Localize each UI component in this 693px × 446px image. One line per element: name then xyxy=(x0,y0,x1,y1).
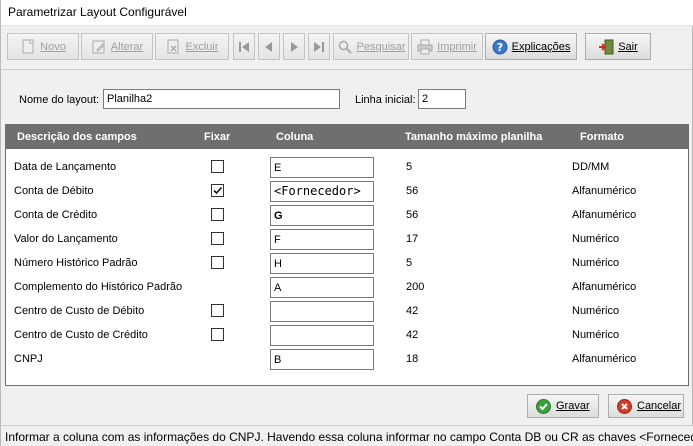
toolbar: Novo Alterar Excluir Pesquisar Imprimir … xyxy=(5,33,689,61)
max-size-value: 5 xyxy=(406,257,413,269)
start-line-label: Linha inicial: xyxy=(355,94,416,106)
svg-text:?: ? xyxy=(496,41,502,54)
next-icon xyxy=(286,39,302,55)
format-value: Alfanumérico xyxy=(572,185,637,197)
grid-header: Descrição dos campos Fixar Coluna Tamanh… xyxy=(6,125,688,149)
exit-door-icon xyxy=(598,39,614,55)
toolbar-separator xyxy=(1,69,692,70)
format-value: Numérico xyxy=(572,305,620,317)
max-size-value: 17 xyxy=(406,233,419,245)
header-fixar: Fixar xyxy=(204,131,231,143)
max-size-value: 56 xyxy=(406,209,419,221)
printer-icon xyxy=(417,39,433,55)
title-bar: Parametrizar Layout Configurável xyxy=(1,0,693,26)
max-size-value: 200 xyxy=(406,281,425,293)
header-coluna: Coluna xyxy=(276,131,314,143)
coluna-input[interactable] xyxy=(270,301,374,322)
table-row: Data de Lançamento E 5 DD/MM xyxy=(6,155,688,179)
window-title: Parametrizar Layout Configurável xyxy=(8,5,187,19)
header-description: Descrição dos campos xyxy=(17,131,137,143)
print-button[interactable]: Imprimir xyxy=(411,33,483,60)
max-size-value: 42 xyxy=(406,329,419,341)
search-button[interactable]: Pesquisar xyxy=(333,33,409,60)
coluna-input[interactable] xyxy=(270,325,374,346)
header-formato: Formato xyxy=(580,131,624,143)
format-value: Numérico xyxy=(572,329,620,341)
edit-button[interactable]: Alterar xyxy=(81,33,153,60)
coluna-input[interactable]: A xyxy=(270,277,374,298)
field-description: Centro de Custo de Débito xyxy=(14,305,145,317)
save-button[interactable]: Gravar xyxy=(527,394,599,418)
table-row: Número Histórico Padrão H 5 Numérico xyxy=(6,251,688,275)
delete-button[interactable]: Excluir xyxy=(155,33,229,60)
coluna-input[interactable]: <Fornecedor> xyxy=(270,181,374,202)
edit-icon xyxy=(91,39,107,55)
table-row: Centro de Custo de Débito 42 Numérico xyxy=(6,299,688,323)
field-description: Número Histórico Padrão xyxy=(14,257,138,269)
format-value: Alfanumérico xyxy=(572,281,637,293)
last-record-button[interactable] xyxy=(308,33,330,60)
max-size-value: 42 xyxy=(406,305,419,317)
new-document-icon xyxy=(20,39,36,55)
first-record-icon xyxy=(236,39,252,55)
table-row: Centro de Custo de Crédito 42 Numérico xyxy=(6,323,688,347)
explanations-button[interactable]: ? Explicações xyxy=(485,33,577,60)
layout-config-window: Parametrizar Layout Configurável Novo Al… xyxy=(0,0,693,446)
fixar-checkbox[interactable] xyxy=(211,304,224,317)
field-description: Centro de Custo de Crédito xyxy=(14,329,148,341)
cancel-button[interactable]: Cancelar xyxy=(608,394,684,418)
layout-name-input[interactable]: Planilha2 xyxy=(103,89,340,109)
format-value: Numérico xyxy=(572,257,620,269)
layout-name-label: Nome do layout: xyxy=(19,94,100,106)
last-record-icon xyxy=(311,39,327,55)
previous-record-button[interactable] xyxy=(258,33,280,60)
fixar-checkbox[interactable] xyxy=(211,208,224,221)
delete-document-icon xyxy=(165,39,181,55)
fixar-checkbox[interactable] xyxy=(211,232,224,245)
field-description: Conta de Crédito xyxy=(14,209,98,221)
first-record-button[interactable] xyxy=(233,33,255,60)
status-bar: Informar a coluna com as informações do … xyxy=(1,425,693,446)
cancel-circle-icon xyxy=(617,398,632,414)
table-row: Valor do Lançamento F 17 Numérico xyxy=(6,227,688,251)
fixar-checkbox[interactable] xyxy=(211,184,224,197)
table-row: CNPJ B 18 Alfanumérico xyxy=(6,347,688,371)
next-record-button[interactable] xyxy=(283,33,305,60)
header-tamanho: Tamanho máximo planilha xyxy=(405,131,543,143)
coluna-input[interactable]: G xyxy=(270,205,374,226)
field-description: Valor do Lançamento xyxy=(14,233,118,245)
max-size-value: 18 xyxy=(406,353,419,365)
previous-icon xyxy=(261,39,277,55)
field-description: Complemento do Histórico Padrão xyxy=(14,281,183,293)
help-icon: ? xyxy=(492,39,508,55)
field-description: Conta de Débito xyxy=(14,185,94,197)
format-value: DD/MM xyxy=(572,161,610,173)
fixar-checkbox[interactable] xyxy=(211,328,224,341)
max-size-value: 56 xyxy=(406,185,419,197)
check-circle-icon xyxy=(536,398,551,414)
coluna-input[interactable]: H xyxy=(270,253,374,274)
fixar-checkbox[interactable] xyxy=(211,256,224,269)
search-icon xyxy=(337,39,353,55)
format-value: Numérico xyxy=(572,233,620,245)
format-value: Alfanumérico xyxy=(572,353,637,365)
fixar-checkbox[interactable] xyxy=(211,160,224,173)
format-value: Alfanumérico xyxy=(572,209,637,221)
coluna-input[interactable]: E xyxy=(270,157,374,178)
field-description: CNPJ xyxy=(14,353,43,365)
coluna-input[interactable]: F xyxy=(270,229,374,250)
field-description: Data de Lançamento xyxy=(14,161,117,173)
table-row: Complemento do Histórico Padrão A 200 Alfan… xyxy=(6,275,688,299)
new-button[interactable]: Novo xyxy=(7,33,79,60)
checkmark-icon xyxy=(213,186,223,195)
coluna-input[interactable]: B xyxy=(270,349,374,370)
start-line-input[interactable]: 2 xyxy=(418,89,466,109)
max-size-value: 5 xyxy=(406,161,413,173)
fields-grid: Descrição dos campos Fixar Coluna Tamanh… xyxy=(5,124,689,386)
table-row: Conta de Débito <Fornecedor> 56 Alfanuméric… xyxy=(6,179,688,203)
table-row: Conta de Crédito G 56 Alfanumérico xyxy=(6,203,688,227)
exit-button[interactable]: Sair xyxy=(585,33,651,60)
